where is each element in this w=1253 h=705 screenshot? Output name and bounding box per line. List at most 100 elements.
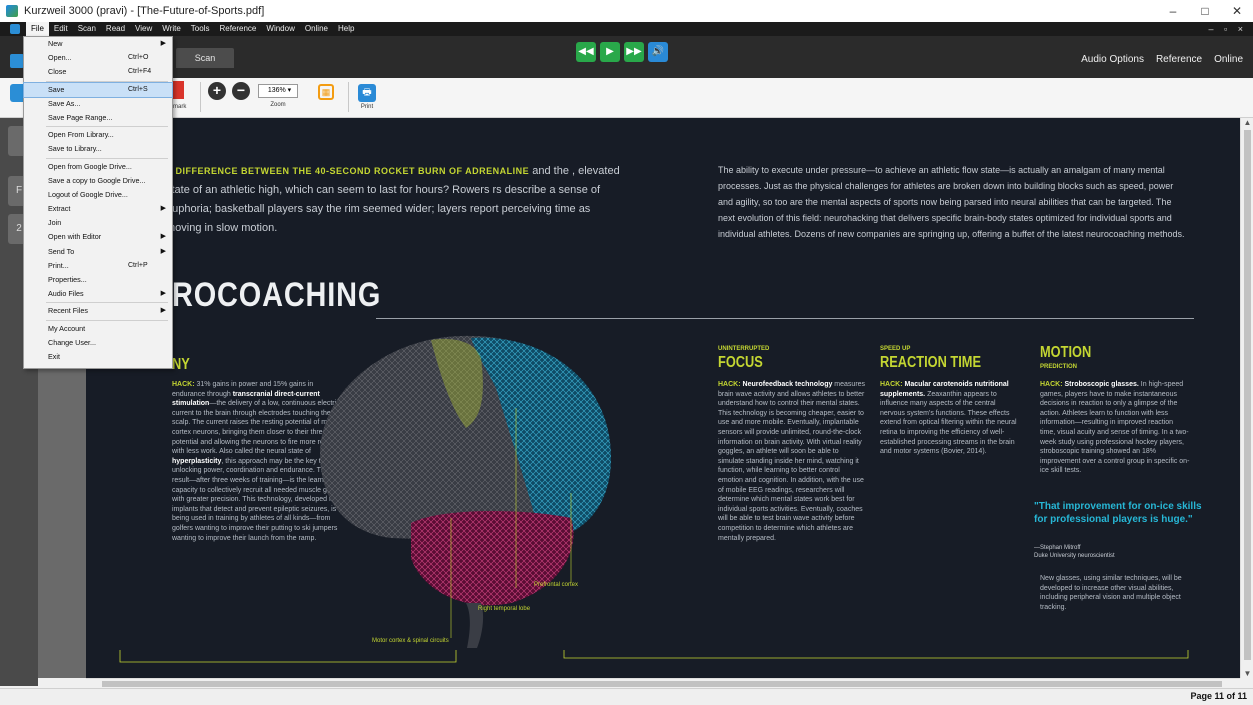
reaction-column: HACK: Macular carotenoids nutritional su… <box>880 380 1022 457</box>
file-menu-audio-files[interactable]: Audio Files ▶ <box>24 287 172 301</box>
fast-forward-icon[interactable]: ▶▶ <box>624 42 644 62</box>
attrib-org: Duke University neuroscientist <box>1034 553 1115 559</box>
toolbar-divider <box>348 82 349 112</box>
file-menu-save-to-library[interactable]: Save to Library... <box>24 142 172 156</box>
window-title: Kurzweil 3000 (pravi) - [The-Future-of-S… <box>24 5 265 17</box>
horizontal-scroll-thumb[interactable] <box>102 681 1222 687</box>
file-menu-change-user[interactable]: Change User... <box>24 336 172 350</box>
reader-icon[interactable] <box>10 54 24 68</box>
file-menu-open[interactable]: Open... Ctrl+O <box>24 51 172 65</box>
file-menu-close[interactable]: Close Ctrl+F4 <box>24 65 172 79</box>
zoom-in-button[interactable]: + <box>208 82 226 100</box>
menu-write[interactable]: Write <box>157 22 186 36</box>
bookmark-icon[interactable] <box>172 81 184 99</box>
restore-button[interactable]: □ <box>1189 0 1221 22</box>
bracket-lines <box>119 650 1189 663</box>
submenu-arrow-icon: ▶ <box>160 40 166 47</box>
vertical-scroll-thumb[interactable] <box>1244 130 1251 660</box>
scroll-down-icon[interactable]: ▼ <box>1241 669 1253 678</box>
file-menu-save-page-range[interactable]: Save Page Range... <box>24 111 172 125</box>
main-ribbon: Scan ◀◀ ▶ ▶▶ 🔊 Audio Options Reference O… <box>0 36 1253 78</box>
menu-reference[interactable]: Reference <box>214 22 261 36</box>
menu-separator <box>46 126 168 128</box>
menu-item-label: Save <box>48 84 65 94</box>
menu-scan[interactable]: Scan <box>73 22 101 36</box>
menu-item-label: Save to Library... <box>48 144 102 154</box>
tab-scan[interactable]: Scan <box>176 48 234 68</box>
menu-separator <box>46 157 168 159</box>
menu-item-label: New <box>48 39 63 48</box>
audio-options-link[interactable]: Audio Options <box>1081 54 1144 65</box>
file-menu-save[interactable]: Save Ctrl+S <box>23 81 173 98</box>
motion-bold: Stroboscopic glasses. <box>1062 381 1139 388</box>
zoom-out-button[interactable]: − <box>232 82 250 100</box>
reaction-title: REACTION TIME <box>880 354 981 371</box>
grid-icon: ▦ <box>318 84 334 100</box>
intro-lead: E DIFFERENCE BETWEEN THE 40-SECOND ROCKE… <box>166 166 530 176</box>
stamina-title: NY <box>172 356 190 373</box>
file-menu-print[interactable]: Print... Ctrl+P <box>24 259 172 273</box>
menu-item-label: Open with Editor <box>48 232 102 242</box>
menu-item-label: Print... <box>48 260 69 270</box>
menu-read[interactable]: Read <box>101 22 130 36</box>
menu-shortcut: Ctrl+P <box>128 261 148 269</box>
file-menu-dropdown: New ▶ Open... Ctrl+O Close Ctrl+F4 Save Ctrl… <box>23 36 173 369</box>
focus-title: FOCUS <box>718 354 763 371</box>
file-menu-open-with-editor[interactable]: Open with Editor ▶ <box>24 230 172 244</box>
menu-edit[interactable]: Edit <box>49 22 73 36</box>
file-menu-open-google-drive[interactable]: Open from Google Drive... <box>24 160 172 174</box>
file-menu-extract[interactable]: Extract ▶ <box>24 202 172 216</box>
scroll-up-icon[interactable]: ▲ <box>1241 118 1253 127</box>
toolbar-divider <box>200 82 201 112</box>
menu-help[interactable]: Help <box>333 22 359 36</box>
print-button[interactable]: 🖶 Print <box>358 82 376 110</box>
menu-separator <box>46 80 168 82</box>
horizontal-scrollbar[interactable] <box>86 678 1240 688</box>
online-link[interactable]: Online <box>1214 54 1243 65</box>
file-menu-recent-files[interactable]: Recent Files ▶ <box>24 304 172 318</box>
submenu-arrow-icon: ▶ <box>160 205 166 213</box>
menu-view[interactable]: View <box>130 22 157 36</box>
play-icon[interactable]: ▶ <box>600 42 620 62</box>
menu-item-label: Open from Google Drive... <box>48 161 132 171</box>
speaker-icon[interactable]: 🔊 <box>648 42 668 62</box>
file-menu-save-copy-google-drive[interactable]: Save a copy to Google Drive... <box>24 174 172 188</box>
page-layout-button[interactable]: ▦ <box>318 82 334 100</box>
submenu-arrow-icon: ▶ <box>160 290 166 298</box>
file-menu-my-account[interactable]: My Account <box>24 322 172 336</box>
menu-item-label: Exit <box>48 351 60 361</box>
zoom-label: Zoom <box>270 102 286 108</box>
menu-window[interactable]: Window <box>261 22 299 36</box>
app-icon <box>6 5 18 17</box>
document-view[interactable]: E DIFFERENCE BETWEEN THE 40-SECOND ROCKE… <box>38 118 1240 678</box>
rewind-icon[interactable]: ◀◀ <box>576 42 596 62</box>
file-menu-save-as[interactable]: Save As... <box>24 97 172 111</box>
motion-hack: HACK: <box>1040 381 1063 388</box>
right-intro-paragraph: The ability to execute under pressure—to… <box>718 165 1185 239</box>
zoom-in-icon: + <box>208 82 226 100</box>
zoom-select[interactable]: 136% ▾ <box>258 84 298 98</box>
file-menu-properties[interactable]: Properties... <box>24 273 172 287</box>
file-menu-open-from-library[interactable]: Open From Library... <box>24 128 172 142</box>
file-menu-logout-google-drive[interactable]: Logout of Google Drive... <box>24 188 172 202</box>
focus-bold: Neurofeedback technology <box>740 381 833 388</box>
focus-hack: HACK: <box>718 381 741 388</box>
file-menu-join[interactable]: Join <box>24 216 172 230</box>
minimize-button[interactable]: – <box>1157 0 1189 22</box>
close-window-button[interactable]: ✕ <box>1221 0 1253 22</box>
motion-text: In high-speed games, players have to mak… <box>1040 381 1190 475</box>
file-menu-exit[interactable]: Exit <box>24 350 172 364</box>
menu-item-label: Recent Files <box>48 306 88 316</box>
reference-link[interactable]: Reference <box>1156 54 1202 65</box>
menu-file[interactable]: File <box>26 22 49 36</box>
menu-tools[interactable]: Tools <box>186 22 215 36</box>
menu-shortcut: Ctrl+O <box>128 54 149 62</box>
menu-shortcut: Ctrl+F4 <box>128 68 152 76</box>
file-menu-new[interactable]: New ▶ <box>24 37 172 51</box>
file-menu-send-to[interactable]: Send To ▶ <box>24 245 172 259</box>
menu-item-label: Send To <box>48 246 75 256</box>
vertical-scrollbar[interactable]: ▲ ▼ <box>1240 118 1253 678</box>
menu-online[interactable]: Online <box>300 22 333 36</box>
mdi-window-controls[interactable]: – ▫ × <box>1209 22 1247 36</box>
brain-label-temporal: Right temporal lobe <box>478 606 531 612</box>
